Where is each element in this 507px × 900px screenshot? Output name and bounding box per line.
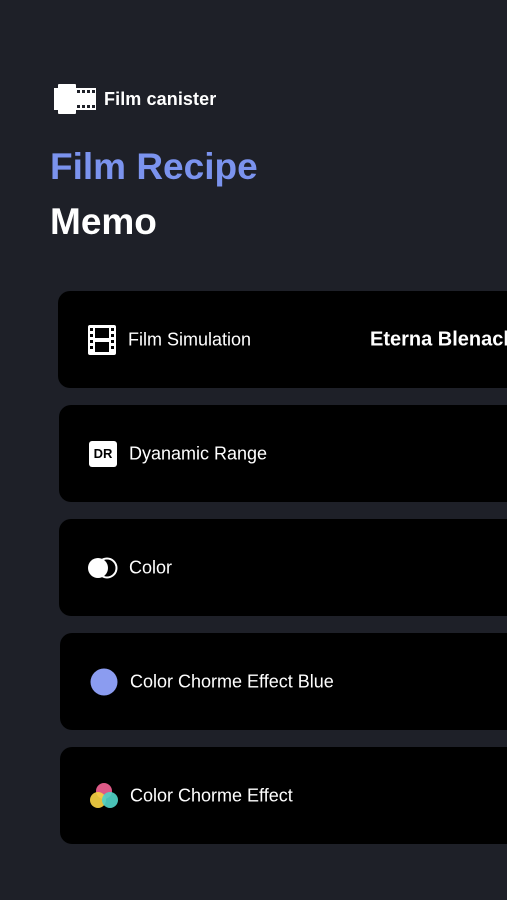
setting-label: Film Simulation [128, 329, 252, 349]
setting-card-color-chrome[interactable]: Color Chorme Effect [60, 747, 507, 844]
brand: Film canister [54, 82, 216, 116]
brand-label: Film canister [104, 88, 217, 109]
setting-card-color-chrome-blue[interactable]: Color Chorme Effect Blue [60, 633, 507, 730]
page-title-line-1: Film Recipe [50, 146, 258, 187]
dr-badge: DR [89, 440, 117, 467]
blue-circle-icon [88, 666, 120, 698]
setting-label: Color Chorme Effect Blue [130, 671, 334, 691]
setting-label: Color [129, 557, 173, 577]
setting-card-color[interactable]: Color [59, 519, 507, 616]
setting-card-film-simulation[interactable]: Film Simulation Eterna Blenach [58, 291, 507, 388]
film-strip-icon [86, 324, 118, 356]
color-circles-icon [87, 552, 119, 584]
tri-color-circles-icon [88, 780, 120, 812]
page-title-line-2: Memo [50, 201, 157, 242]
setting-label: Dyanamic Range [129, 443, 268, 463]
setting-value: Eterna Blenach [370, 328, 507, 350]
setting-card-dynamic-range[interactable]: DR Dyanamic Range [59, 405, 507, 502]
setting-label: Color Chorme Effect [130, 785, 293, 805]
dynamic-range-icon: DR [87, 438, 119, 470]
film-canister-icon [54, 84, 96, 114]
